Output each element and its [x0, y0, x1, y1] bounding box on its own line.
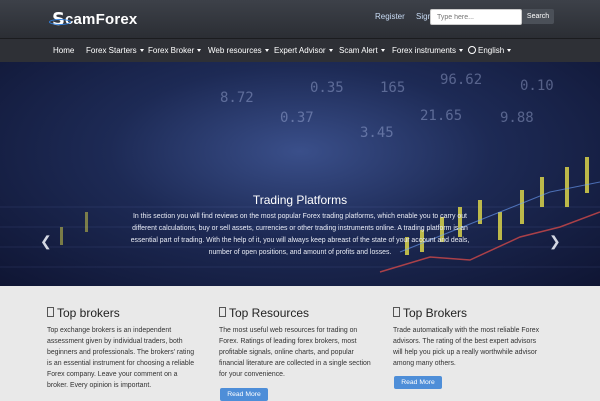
nav-label: Forex Starters — [86, 46, 137, 55]
nav-item-web-resources[interactable]: Web resources — [208, 46, 269, 55]
chevron-left-icon: ❮ — [40, 233, 52, 249]
column-heading: Top brokers — [47, 306, 199, 320]
caret-down-icon — [139, 49, 144, 53]
nav-item-language[interactable]: English — [468, 46, 512, 55]
nav-item-expert-advisor[interactable]: Expert Advisor — [274, 46, 333, 55]
document-icon — [47, 307, 54, 317]
document-icon — [393, 307, 400, 317]
nav-label: Forex instruments — [392, 46, 457, 55]
caret-down-icon — [459, 49, 464, 53]
column-title: Top brokers — [57, 306, 120, 320]
column-text: Top exchange brokers is an independent a… — [47, 327, 195, 389]
column-title: Top Brokers — [403, 306, 468, 320]
column-heading: Top Resources — [219, 306, 371, 320]
column-text: The most useful web resources for tradin… — [219, 327, 371, 378]
nav-item-forex-starters[interactable]: Forex Starters — [86, 46, 144, 55]
hero-title: Trading Platforms — [252, 193, 348, 207]
svg-text:9.88: 9.88 — [500, 110, 534, 126]
nav-label: Home — [53, 46, 75, 55]
globe-icon — [468, 46, 476, 54]
caret-down-icon — [380, 49, 385, 53]
top-bar: S camForex Register Sign in Search — [0, 0, 600, 38]
nav-label: English — [478, 46, 505, 55]
main-nav: Home Forex Starters Forex Broker Web res… — [0, 38, 600, 63]
svg-text:96.62: 96.62 — [440, 72, 482, 88]
search-button[interactable]: Search — [522, 9, 554, 24]
feature-column-top-brokers: Top brokers Top exchange brokers is an i… — [47, 306, 199, 391]
nav-item-forex-broker[interactable]: Forex Broker — [148, 46, 202, 55]
feature-column-top-resources: Top Resources The most useful web resour… — [219, 306, 371, 380]
caret-down-icon — [264, 49, 269, 53]
caret-down-icon — [197, 49, 202, 53]
logo-mark: S — [49, 9, 71, 30]
caret-down-icon — [507, 49, 512, 53]
nav-label: Web resources — [208, 46, 262, 55]
svg-text:0.37: 0.37 — [280, 110, 314, 126]
svg-text:0.10: 0.10 — [520, 78, 554, 94]
svg-text:3.45: 3.45 — [360, 125, 394, 141]
nav-item-forex-instruments[interactable]: Forex instruments — [392, 46, 464, 55]
search-input[interactable] — [430, 9, 522, 25]
nav-item-home[interactable]: Home — [53, 46, 74, 55]
logo-text: camForex — [64, 11, 138, 28]
feature-column-top-advisors: Top Brokers Trade automatically with the… — [393, 306, 545, 369]
svg-text:21.65: 21.65 — [420, 108, 462, 124]
svg-text:165: 165 — [380, 80, 405, 96]
nav-label: Scam Alert — [339, 46, 378, 55]
read-more-button[interactable]: Read More — [220, 388, 268, 401]
svg-text:8.72: 8.72 — [220, 90, 254, 106]
features-section: Top brokers Top exchange brokers is an i… — [0, 286, 600, 401]
caret-down-icon — [328, 49, 333, 53]
logo[interactable]: S camForex — [49, 9, 138, 30]
carousel-prev-button[interactable]: ❮ — [40, 233, 52, 250]
read-more-button[interactable]: Read More — [394, 376, 442, 389]
column-title: Top Resources — [229, 306, 310, 320]
svg-text:0.35: 0.35 — [310, 80, 344, 96]
chevron-right-icon: ❯ — [549, 233, 561, 249]
document-icon — [219, 307, 226, 317]
register-link[interactable]: Register — [375, 12, 405, 21]
nav-label: Forex Broker — [148, 46, 195, 55]
column-heading: Top Brokers — [393, 306, 545, 320]
column-text: Trade automatically with the most reliab… — [393, 327, 540, 367]
nav-item-scam-alert[interactable]: Scam Alert — [339, 46, 385, 55]
carousel-next-button[interactable]: ❯ — [549, 233, 561, 250]
hero-description: In this section you will find reviews on… — [130, 213, 470, 256]
nav-label: Expert Advisor — [274, 46, 326, 55]
